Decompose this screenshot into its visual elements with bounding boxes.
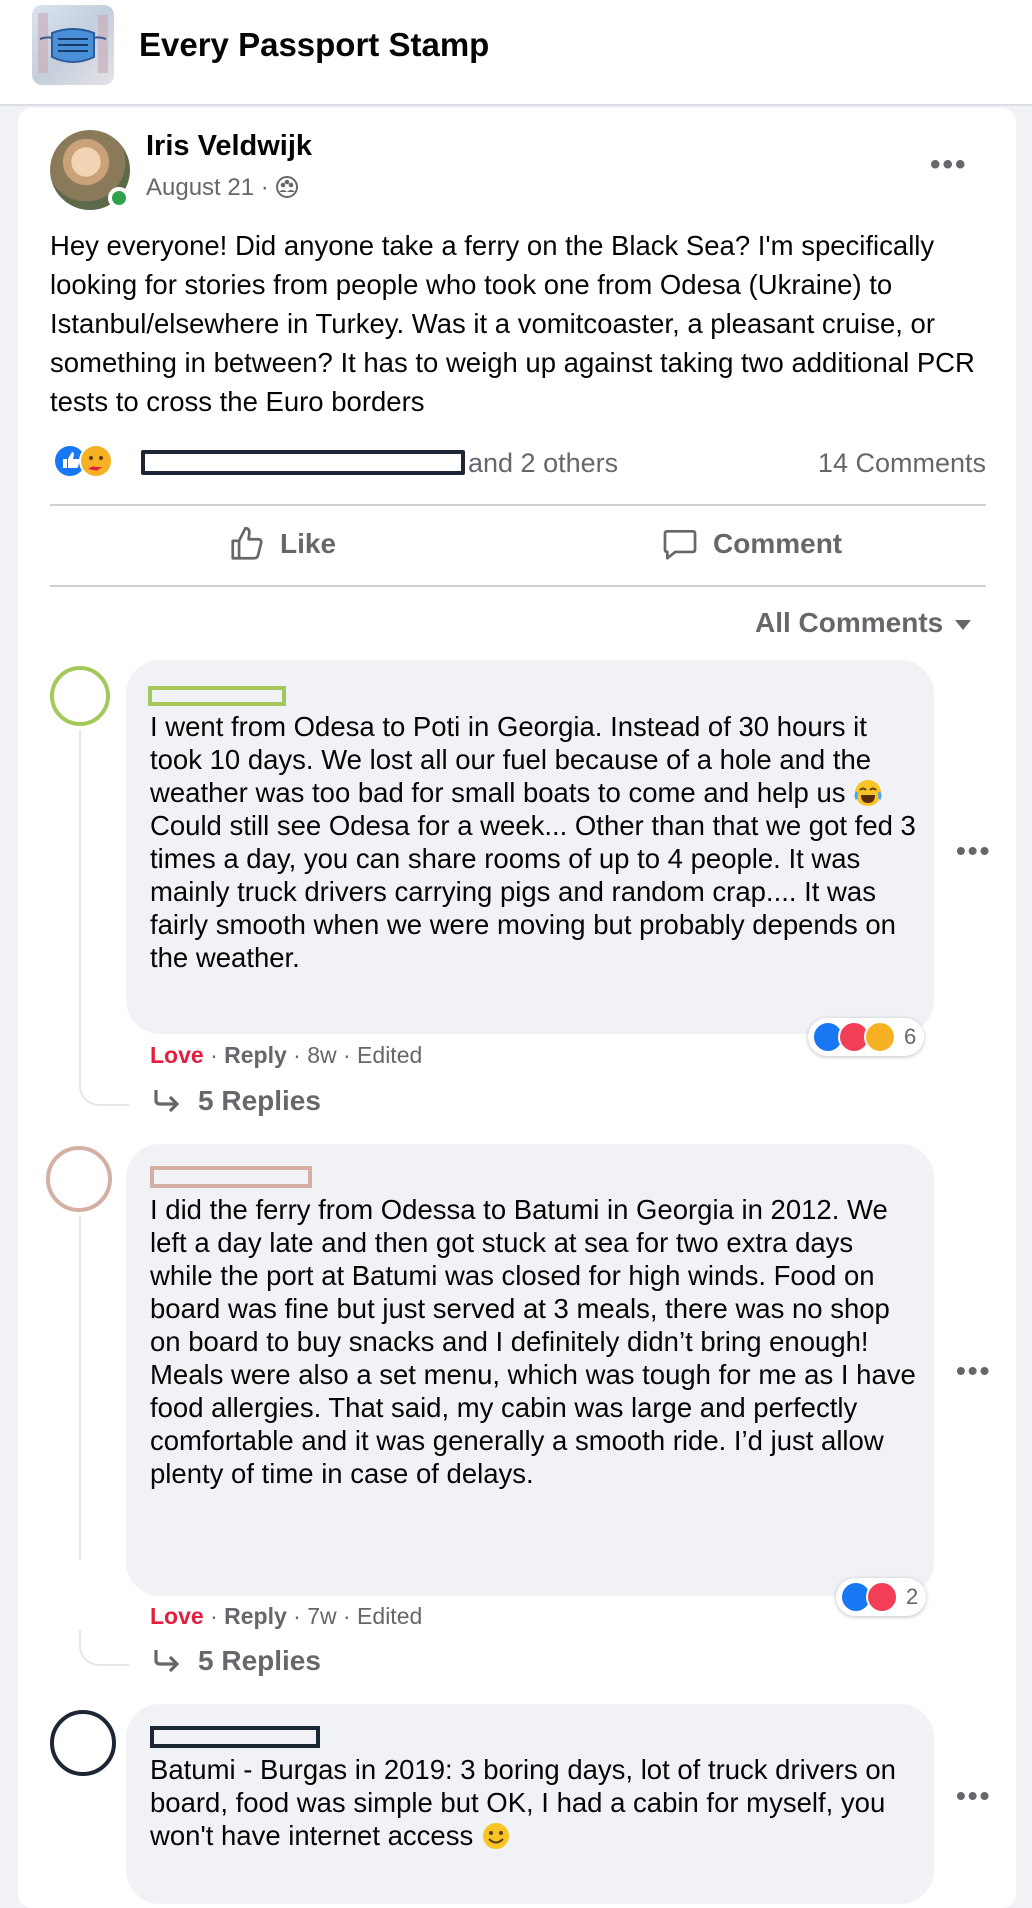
members-icon [276, 176, 299, 198]
replies-label: 5 Replies [198, 1645, 321, 1676]
chevron-down-icon [955, 620, 972, 630]
commenter-name-redacted[interactable] [148, 686, 286, 706]
replies-label: 5 Replies [198, 1085, 321, 1116]
face-mask-icon [38, 13, 108, 73]
reply-arrow-icon [154, 1090, 180, 1113]
post-date[interactable]: August 21 · [146, 174, 275, 201]
comment-bubble-icon [663, 529, 697, 560]
post-meta: August 21 · [146, 174, 299, 202]
like-label: Like [280, 528, 337, 559]
love-button[interactable]: Love [150, 1042, 204, 1068]
view-replies-button[interactable]: 5 Replies [152, 1085, 321, 1117]
comment-button[interactable]: Comment [661, 525, 842, 563]
thread-line [79, 1216, 81, 1560]
comment-time[interactable]: · 7w · Edited [293, 1603, 422, 1629]
comment-reactions[interactable]: 6 [808, 1018, 925, 1056]
post-body: Hey everyone! Did anyone take a ferry on… [50, 230, 975, 417]
reply-button[interactable]: Reply [224, 1042, 287, 1068]
group-header: Every Passport Stamp [0, 0, 1032, 106]
love-button[interactable]: Love [150, 1603, 204, 1629]
thread-curve [79, 1630, 129, 1666]
reactors-names-redacted [141, 450, 465, 475]
smile-emoji [482, 1823, 509, 1849]
reply-arrow-icon [154, 1650, 180, 1673]
view-replies-button[interactable]: 5 Replies [152, 1645, 321, 1677]
comment-more-icon[interactable]: ••• [956, 1780, 991, 1812]
comment-reactions[interactable]: 2 [836, 1578, 927, 1616]
comment-label: Comment [713, 528, 843, 559]
reactors-others[interactable]: and 2 others [468, 448, 618, 479]
commenter-avatar[interactable] [50, 666, 110, 726]
reaction-count: 6 [904, 1024, 917, 1049]
comment-actions: Love · Reply · 8w · Edited [150, 1042, 423, 1068]
laughing-crying-emoji [854, 780, 882, 806]
haha-reaction-icon [864, 1021, 896, 1053]
reaction-count: 2 [906, 1584, 919, 1609]
group-thumbnail[interactable] [32, 5, 114, 85]
comment-more-icon[interactable]: ••• [956, 835, 991, 867]
comment-text: I did the ferry from Odessa to Batumi in… [150, 1194, 916, 1489]
comments-filter-dropdown[interactable]: All Comments [755, 607, 972, 639]
group-name[interactable]: Every Passport Stamp [139, 26, 489, 64]
care-reaction-icon [79, 444, 113, 478]
commenter-name-redacted[interactable] [150, 1726, 320, 1748]
like-button[interactable]: Like [228, 525, 336, 563]
thread-curve [79, 1070, 129, 1106]
comment-text: Batumi - Burgas in 2019: 3 boring days, … [150, 1754, 896, 1851]
comment-more-icon[interactable]: ••• [956, 1355, 991, 1387]
commenter-name-redacted[interactable] [150, 1166, 312, 1188]
love-reaction-icon [866, 1581, 898, 1613]
post-reactions[interactable] [52, 443, 132, 479]
online-status-dot [108, 187, 130, 209]
commenter-avatar[interactable] [46, 1146, 112, 1212]
thumbs-up-icon [231, 526, 263, 560]
divider [50, 585, 986, 587]
comment-time[interactable]: · 8w · Edited [293, 1042, 422, 1068]
thread-line [79, 730, 81, 1090]
more-options-icon[interactable]: ••• [930, 148, 968, 182]
comments-count[interactable]: 14 Comments [818, 448, 986, 479]
post-author[interactable]: Iris Veldwijk [146, 130, 312, 163]
reply-button[interactable]: Reply [224, 1603, 287, 1629]
divider [50, 504, 986, 506]
comment-actions: Love · Reply · 7w · Edited [150, 1603, 423, 1629]
filter-label: All Comments [755, 607, 944, 638]
comment-text: I went from Odesa to Poti in Georgia. In… [150, 711, 916, 973]
commenter-avatar[interactable] [50, 1710, 116, 1776]
